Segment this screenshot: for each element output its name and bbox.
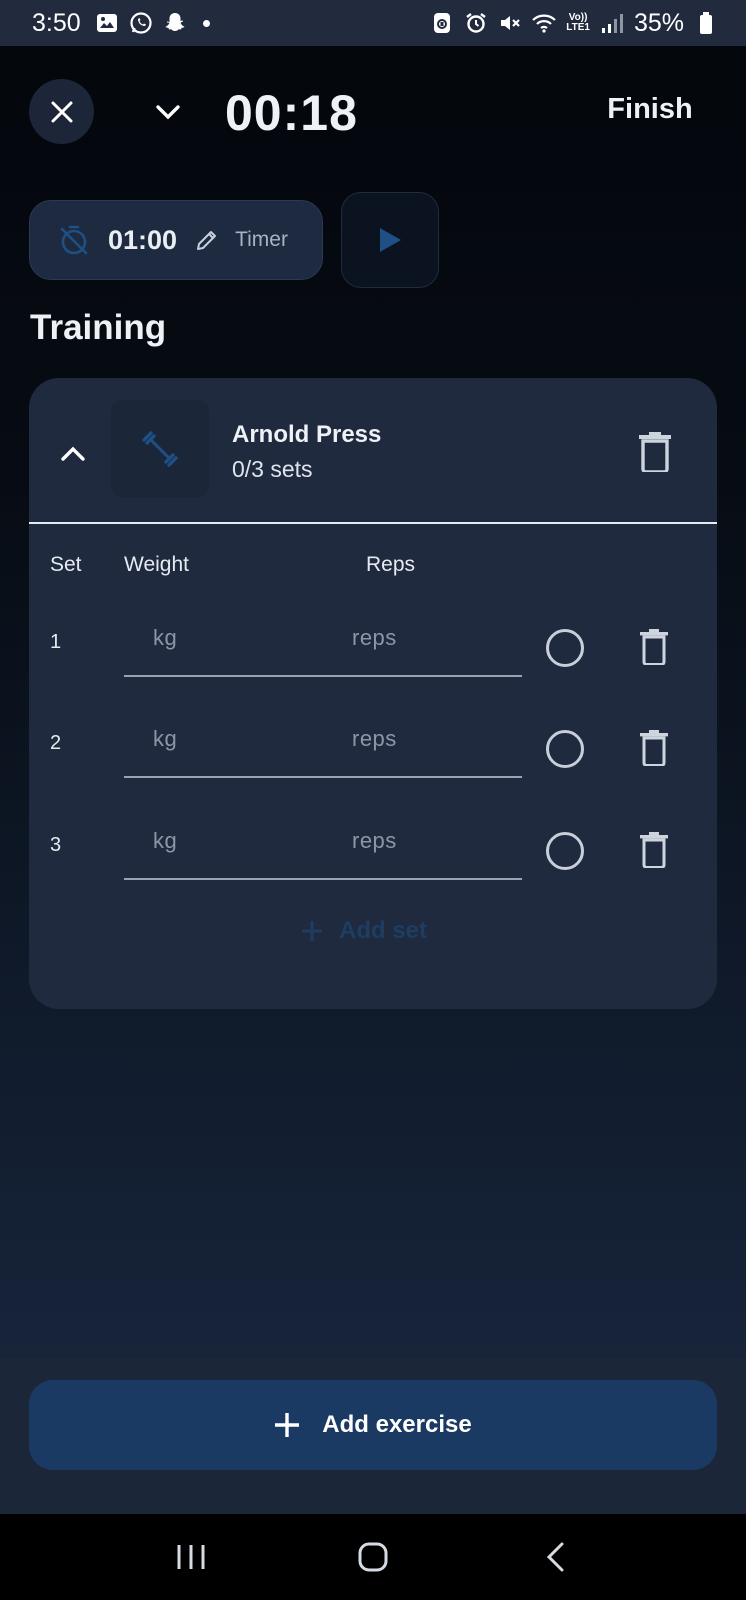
set-row: 2 kg reps xyxy=(29,710,717,790)
set-number: 3 xyxy=(50,834,62,856)
collapse-button[interactable] xyxy=(53,434,93,474)
circle-check-icon[interactable] xyxy=(546,629,584,667)
status-bar: 3:50 Vo)) LTE1 35% xyxy=(0,0,746,46)
wifi-icon xyxy=(532,11,556,35)
mute-icon xyxy=(498,11,522,35)
weight-input[interactable]: kg xyxy=(153,625,177,651)
reps-input[interactable]: reps xyxy=(352,828,397,854)
network-type: Vo)) LTE1 xyxy=(566,13,590,33)
column-weight: Weight xyxy=(124,553,189,576)
trash-icon[interactable] xyxy=(639,832,669,868)
chevron-up-icon xyxy=(61,446,85,461)
lte-label: LTE1 xyxy=(566,22,590,33)
set-number: 1 xyxy=(50,631,62,653)
chevron-down-icon xyxy=(156,105,180,120)
back-button[interactable] xyxy=(530,1532,580,1582)
input-underline xyxy=(124,878,522,880)
trash-icon[interactable] xyxy=(639,629,669,665)
weight-input[interactable]: kg xyxy=(153,828,177,854)
play-icon xyxy=(380,228,401,252)
minimize-button[interactable] xyxy=(148,92,188,132)
add-exercise-label: Add exercise xyxy=(322,1411,472,1438)
close-icon xyxy=(51,101,72,122)
exercise-name[interactable]: Arnold Press xyxy=(232,421,381,449)
input-underline xyxy=(124,675,522,677)
reps-input[interactable]: reps xyxy=(352,726,397,752)
exercise-card: Arnold Press 0/3 sets Set Weight Reps 1 … xyxy=(29,378,717,1009)
rest-timer-value: 01:00 xyxy=(108,224,178,255)
column-set: Set xyxy=(50,553,82,576)
close-button[interactable] xyxy=(29,79,94,144)
timer-off-icon xyxy=(60,225,88,255)
finish-button[interactable]: Finish xyxy=(600,93,700,131)
card-divider xyxy=(29,522,717,524)
circle-check-icon[interactable] xyxy=(546,730,584,768)
gallery-icon xyxy=(95,11,119,35)
home-icon xyxy=(358,1542,388,1572)
input-underline xyxy=(124,776,522,778)
elapsed-time: 00:18 xyxy=(225,85,358,141)
pencil-icon xyxy=(197,231,217,250)
set-row: 3 kg reps xyxy=(29,812,717,892)
snapchat-icon xyxy=(163,11,187,35)
rest-timer-label: Timer xyxy=(235,228,288,251)
system-nav-bar xyxy=(0,1514,746,1600)
status-left: 3:50 xyxy=(32,9,210,38)
section-title: Training xyxy=(30,308,167,347)
plus-icon xyxy=(275,1413,300,1437)
signal-icon xyxy=(600,11,624,35)
set-row: 1 kg reps xyxy=(29,609,717,689)
status-time: 3:50 xyxy=(32,8,81,37)
notification-dot xyxy=(202,19,210,27)
status-right: Vo)) LTE1 35% xyxy=(430,9,718,38)
rest-timer-pill[interactable]: 01:00 Timer xyxy=(29,200,323,280)
start-timer-button[interactable] xyxy=(341,192,439,288)
plus-icon xyxy=(302,921,322,941)
lock-sync-icon xyxy=(430,11,454,35)
trash-icon[interactable] xyxy=(639,730,669,766)
reps-input[interactable]: reps xyxy=(352,625,397,651)
home-button[interactable] xyxy=(348,1532,398,1582)
battery-percent: 35% xyxy=(633,8,684,37)
add-exercise-button[interactable]: Add exercise xyxy=(29,1380,717,1470)
exercise-progress: 0/3 sets xyxy=(232,456,313,482)
back-icon xyxy=(546,1542,564,1572)
alarm-icon xyxy=(464,11,488,35)
battery-icon xyxy=(694,11,718,35)
recents-icon xyxy=(177,1545,205,1569)
add-set-button[interactable]: Add set xyxy=(301,911,427,951)
set-number: 2 xyxy=(50,732,62,754)
exercise-thumbnail xyxy=(111,400,209,498)
dumbbell-icon xyxy=(142,431,178,467)
weight-input[interactable]: kg xyxy=(153,726,177,752)
column-reps: Reps xyxy=(366,553,416,576)
add-set-label: Add set xyxy=(339,917,428,944)
recents-button[interactable] xyxy=(166,1532,216,1582)
circle-check-icon[interactable] xyxy=(546,832,584,870)
trash-icon[interactable] xyxy=(637,432,673,472)
whatsapp-icon xyxy=(129,11,153,35)
